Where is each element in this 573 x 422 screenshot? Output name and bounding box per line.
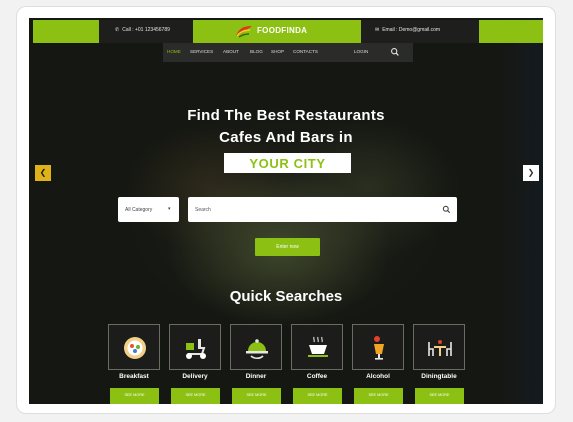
cocktail-glass-icon bbox=[374, 336, 384, 360]
logo-leaf-icon bbox=[236, 26, 252, 38]
preview-card: ✆ Call : +01 123456789 FOODFINDA ✉ Email :… bbox=[16, 6, 556, 414]
hero-heading-line-2: Cafes And Bars in bbox=[219, 129, 353, 146]
hero-heading-line-1: Find The Best Restaurants bbox=[187, 107, 385, 124]
nav-login[interactable]: LOGIN bbox=[354, 49, 368, 54]
category-tile-dinner[interactable] bbox=[230, 324, 282, 370]
dinner-cloche-icon bbox=[246, 339, 268, 360]
breakfast-plate-icon bbox=[124, 337, 146, 359]
category-tile-alcohol[interactable] bbox=[352, 324, 404, 370]
search-placeholder: Search bbox=[195, 207, 211, 213]
email-contact[interactable]: ✉ Email : Demo@gmail.com bbox=[375, 27, 440, 33]
category-tile-delivery[interactable] bbox=[169, 324, 221, 370]
see-more-button-delivery[interactable]: SEE MORE bbox=[171, 388, 220, 404]
website-screenshot: ✆ Call : +01 123456789 FOODFINDA ✉ Email :… bbox=[29, 18, 543, 404]
mail-icon: ✉ bbox=[375, 27, 380, 33]
search-icon[interactable] bbox=[442, 205, 451, 214]
caret-down-icon: ▾ bbox=[168, 206, 171, 212]
main-navigation: HOME SERVICES ABOUT BLOG SHOP CONTACTS L… bbox=[163, 43, 413, 62]
category-name-diningtable: Diningtable bbox=[421, 373, 457, 380]
category-name-delivery: Delivery bbox=[182, 373, 208, 380]
category-select[interactable]: All Category ▾ bbox=[118, 197, 179, 222]
nav-about[interactable]: ABOUT bbox=[223, 49, 239, 54]
nav-blog[interactable]: BLOG bbox=[250, 49, 263, 54]
coffee-cup-icon bbox=[308, 336, 328, 357]
category-name-dinner: Dinner bbox=[245, 373, 267, 380]
search-input[interactable] bbox=[188, 197, 457, 222]
phone-icon: ✆ bbox=[115, 27, 120, 33]
nav-contacts[interactable]: CONTACTS bbox=[293, 49, 318, 54]
dining-table-icon bbox=[428, 340, 452, 356]
category-tile-diningtable[interactable] bbox=[413, 324, 465, 370]
hero-highlight-box: YOUR CITY bbox=[224, 153, 351, 173]
see-more-label: SEE MORE bbox=[429, 393, 450, 397]
nav-services[interactable]: SERVICES bbox=[190, 49, 213, 54]
enter-now-label: Enter now bbox=[276, 244, 299, 250]
see-more-label: SEE MORE bbox=[246, 393, 267, 397]
category-tile-breakfast[interactable] bbox=[108, 324, 160, 370]
category-select-value: All Category bbox=[125, 207, 153, 213]
quick-searches-heading: Quick Searches bbox=[229, 288, 343, 305]
see-more-button-breakfast[interactable]: SEE MORE bbox=[110, 388, 159, 404]
top-bar: ✆ Call : +01 123456789 FOODFINDA ✉ Email :… bbox=[29, 18, 543, 43]
see-more-label: SEE MORE bbox=[185, 393, 206, 397]
see-more-button-coffee[interactable]: SEE MORE bbox=[293, 388, 342, 404]
category-name-coffee: Coffee bbox=[306, 373, 328, 380]
hero-background-edge bbox=[499, 18, 543, 404]
top-bar-accent-right bbox=[479, 20, 543, 43]
see-more-button-alcohol[interactable]: SEE MORE bbox=[354, 388, 403, 404]
phone-text: Call : +01 123456789 bbox=[122, 27, 170, 33]
phone-contact[interactable]: ✆ Call : +01 123456789 bbox=[115, 27, 170, 33]
see-more-button-dinner[interactable]: SEE MORE bbox=[232, 388, 281, 404]
see-more-label: SEE MORE bbox=[124, 393, 145, 397]
top-bar-accent-left bbox=[33, 20, 99, 43]
delivery-scooter-icon bbox=[186, 339, 206, 359]
hero-highlight-text: YOUR CITY bbox=[249, 156, 326, 171]
see-more-button-diningtable[interactable]: SEE MORE bbox=[415, 388, 464, 404]
logo-text[interactable]: FOODFINDA bbox=[257, 26, 307, 35]
category-name-alcohol: Alcohol bbox=[366, 373, 390, 380]
see-more-label: SEE MORE bbox=[307, 393, 328, 397]
see-more-label: SEE MORE bbox=[368, 393, 389, 397]
nav-shop[interactable]: SHOP bbox=[271, 49, 284, 54]
email-text: Email : Demo@gmail.com bbox=[382, 27, 441, 33]
nav-search-icon[interactable] bbox=[390, 47, 400, 57]
category-name-breakfast: Breakfast bbox=[119, 373, 149, 380]
slider-next-arrow-icon[interactable]: ❯ bbox=[523, 165, 539, 181]
slider-prev-arrow-icon[interactable]: ❮ bbox=[35, 165, 51, 181]
nav-home[interactable]: HOME bbox=[167, 49, 181, 54]
enter-now-button[interactable]: Enter now bbox=[255, 238, 320, 256]
category-tile-coffee[interactable] bbox=[291, 324, 343, 370]
